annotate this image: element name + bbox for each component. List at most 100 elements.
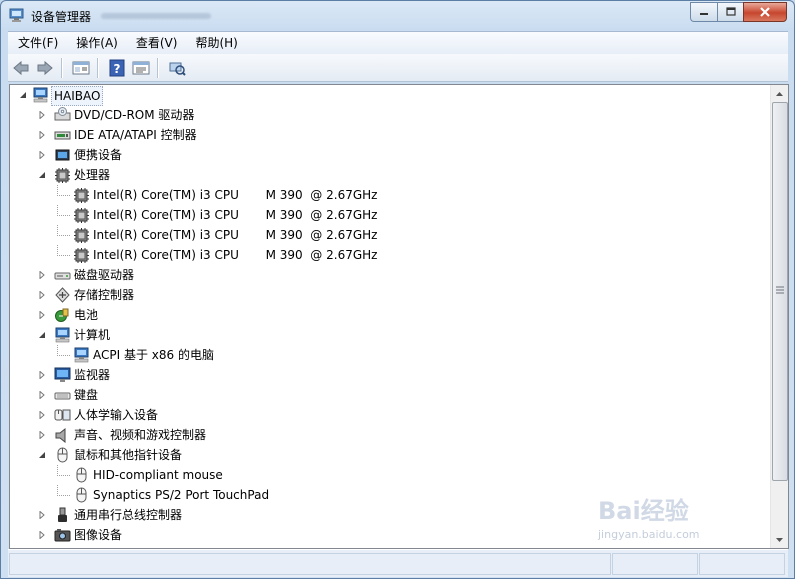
properties-button[interactable] [130, 57, 152, 79]
tree-item-label[interactable]: 计算机 [72, 326, 112, 344]
collapsed-arrow-icon[interactable] [37, 310, 46, 319]
tree-root-row[interactable]: HAIBAO [10, 85, 770, 106]
tree-row[interactable]: 人体学输入设备 [10, 405, 770, 425]
tree-item-label[interactable]: 人体学输入设备 [72, 406, 160, 424]
tree-connector [57, 345, 70, 356]
storage-controller-icon [55, 287, 70, 303]
maximize-icon [725, 7, 736, 16]
help-icon: ? [109, 59, 125, 76]
menu-help[interactable]: 帮助(H) [185, 32, 245, 54]
tree-row[interactable]: 声音、视频和游戏控制器 [10, 425, 770, 445]
menu-action[interactable]: 操作(A) [66, 32, 126, 54]
tree-row[interactable]: 磁盘驱动器 [10, 265, 770, 285]
update-driver-button[interactable] [166, 57, 188, 79]
tree-row[interactable]: Intel(R) Core(TM) i3 CPU M 390 @ 2.67GHz [10, 225, 770, 245]
collapsed-arrow-icon[interactable] [37, 290, 46, 299]
title-bar[interactable]: 设备管理器 [1, 1, 794, 31]
device-tree-panel: HAIBAO DVD/CD-ROM 驱动器 IDE ATA/ATAPI 控制器 便携… [9, 84, 789, 549]
status-panel [699, 553, 785, 575]
collapsed-arrow-icon[interactable] [37, 390, 46, 399]
tree-item-label[interactable]: Intel(R) Core(TM) i3 CPU M 390 @ 2.67GHz [91, 226, 379, 244]
toolbar: ? [8, 54, 788, 82]
tree-item-label[interactable]: 通用串行总线控制器 [72, 506, 184, 524]
computer-icon [74, 347, 89, 363]
tree-row[interactable]: Intel(R) Core(TM) i3 CPU M 390 @ 2.67GHz [10, 185, 770, 205]
portable-device-icon [55, 149, 70, 161]
tree-item-label[interactable]: 监视器 [72, 366, 112, 384]
svg-text:?: ? [114, 62, 121, 76]
tree-row[interactable]: Intel(R) Core(TM) i3 CPU M 390 @ 2.67GHz [10, 205, 770, 225]
tree-item-label[interactable]: 便携设备 [72, 146, 124, 164]
tree-row[interactable]: HID-compliant mouse [10, 465, 770, 485]
tree-item-label[interactable]: 存储控制器 [72, 286, 136, 304]
tree-row[interactable]: DVD/CD-ROM 驱动器 [10, 105, 770, 125]
tree-root-label[interactable]: HAIBAO [51, 86, 104, 106]
tree-item-label[interactable]: HID-compliant mouse [91, 466, 225, 484]
tree-connector [57, 465, 70, 476]
tree-item-label[interactable]: Synaptics PS/2 Port TouchPad [91, 486, 271, 504]
console-tree-button[interactable] [70, 57, 92, 79]
tree-row[interactable]: IDE ATA/ATAPI 控制器 [10, 125, 770, 145]
expanded-arrow-icon[interactable] [37, 330, 46, 339]
toolbar-separator [157, 57, 159, 78]
collapsed-arrow-icon[interactable] [37, 370, 46, 379]
battery-icon [55, 308, 69, 322]
window-title: 设备管理器 [31, 10, 92, 24]
tree-row[interactable]: 便携设备 [10, 145, 770, 165]
minimize-button[interactable] [690, 2, 717, 22]
expanded-arrow-icon[interactable] [18, 90, 27, 99]
device-tree: HAIBAO DVD/CD-ROM 驱动器 IDE ATA/ATAPI 控制器 便携… [10, 85, 771, 548]
expanded-arrow-icon[interactable] [37, 170, 46, 179]
collapsed-arrow-icon[interactable] [37, 510, 46, 519]
collapsed-arrow-icon[interactable] [37, 130, 46, 139]
monitor-icon [54, 367, 71, 382]
tree-row[interactable]: 计算机 [10, 325, 770, 345]
tree-row[interactable]: Intel(R) Core(TM) i3 CPU M 390 @ 2.67GHz [10, 245, 770, 265]
tree-item-label[interactable]: 磁盘驱动器 [72, 266, 136, 284]
tree-item-label[interactable]: 电池 [72, 306, 100, 324]
tree-row[interactable]: 电池 [10, 305, 770, 325]
toolbar-separator [61, 57, 63, 78]
minimize-icon [700, 13, 708, 15]
title-blur-region [101, 13, 211, 19]
tree-item-label[interactable]: DVD/CD-ROM 驱动器 [72, 106, 196, 124]
forward-icon [37, 60, 53, 75]
tree-item-label[interactable]: IDE ATA/ATAPI 控制器 [72, 126, 199, 144]
tree-row[interactable]: 处理器 [10, 165, 770, 185]
processor-icon [55, 168, 70, 183]
vertical-scrollbar[interactable] [770, 85, 788, 548]
back-button[interactable] [10, 57, 32, 79]
tree-item-label[interactable]: Intel(R) Core(TM) i3 CPU M 390 @ 2.67GHz [91, 186, 379, 204]
menu-view[interactable]: 查看(V) [126, 32, 186, 54]
tree-row[interactable]: 存储控制器 [10, 285, 770, 305]
tree-row[interactable]: 键盘 [10, 385, 770, 405]
tree-item-label[interactable]: 处理器 [72, 166, 112, 184]
tree-item-label[interactable]: 鼠标和其他指针设备 [72, 446, 184, 464]
computer-icon [55, 327, 70, 343]
help-button[interactable]: ? [106, 57, 128, 79]
scroll-down-button[interactable] [771, 531, 788, 548]
tree-item-label[interactable]: Intel(R) Core(TM) i3 CPU M 390 @ 2.67GHz [91, 246, 379, 264]
tree-row[interactable]: 鼠标和其他指针设备 [10, 445, 770, 465]
collapsed-arrow-icon[interactable] [37, 410, 46, 419]
tree-connector [57, 185, 70, 196]
collapsed-arrow-icon[interactable] [37, 270, 46, 279]
scroll-up-button[interactable] [771, 85, 788, 102]
scroll-thumb[interactable] [772, 102, 788, 481]
collapsed-arrow-icon[interactable] [37, 430, 46, 439]
tree-item-label[interactable]: 键盘 [72, 386, 100, 404]
expanded-arrow-icon[interactable] [37, 450, 46, 459]
tree-item-label[interactable]: 声音、视频和游戏控制器 [72, 426, 208, 444]
forward-button[interactable] [34, 57, 56, 79]
collapsed-arrow-icon[interactable] [37, 150, 46, 159]
tree-item-label[interactable]: 图像设备 [72, 526, 124, 544]
tree-item-label[interactable]: Intel(R) Core(TM) i3 CPU M 390 @ 2.67GHz [91, 206, 379, 224]
tree-item-label[interactable]: ACPI 基于 x86 的电脑 [91, 346, 216, 364]
menu-file[interactable]: 文件(F) [8, 32, 66, 54]
close-button[interactable] [743, 2, 787, 22]
collapsed-arrow-icon[interactable] [37, 110, 46, 119]
tree-row[interactable]: 监视器 [10, 365, 770, 385]
tree-row[interactable]: ACPI 基于 x86 的电脑 [10, 345, 770, 365]
collapsed-arrow-icon[interactable] [37, 530, 46, 539]
maximize-button[interactable] [717, 2, 743, 22]
